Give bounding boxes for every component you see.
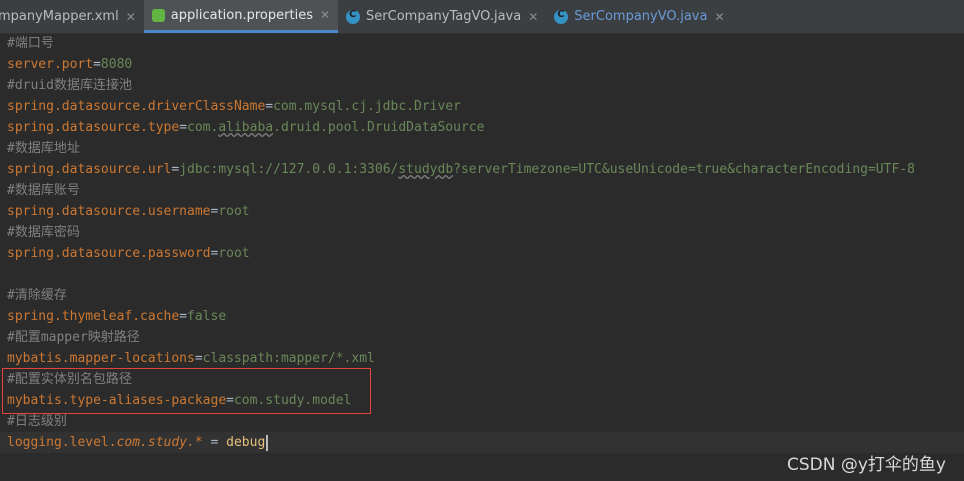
comment: #druid数据库连接池: [7, 78, 132, 93]
property-value: classpath:mapper/*.xml: [202, 351, 375, 366]
code-line: #日志级别: [0, 411, 964, 432]
properties-file-icon: [151, 8, 165, 22]
java-class-icon: [554, 9, 569, 24]
property-value: .druid.pool.DruidDataSource: [273, 120, 485, 135]
tab-application-properties[interactable]: application.properties ✕: [143, 0, 339, 33]
property-value: false: [187, 309, 227, 324]
close-icon[interactable]: ✕: [126, 10, 136, 24]
equals-sign: =: [93, 57, 101, 72]
code-line: #数据库地址: [0, 138, 964, 159]
property-key: spring.datasource.url: [7, 162, 172, 177]
code-line: spring.datasource.driverClassName=com.my…: [0, 96, 964, 117]
comment: #清除缓存: [7, 288, 67, 303]
property-value: root: [218, 204, 250, 219]
code-line: #配置mapper映射路径: [0, 327, 964, 348]
comment: #数据库地址: [7, 141, 80, 156]
property-key: spring.datasource.password: [7, 246, 211, 261]
comment: #端口号: [7, 36, 54, 51]
property-value-typo: studydb: [398, 162, 454, 177]
property-key: mybatis.mapper-locations: [7, 351, 195, 366]
property-key: spring.datasource.type: [7, 120, 180, 135]
property-value: jdbc:mysql://127.0.0.1:3306/: [179, 162, 399, 177]
tab-label: ompanyMapper.xml: [0, 9, 119, 24]
equals-sign: =: [194, 351, 203, 366]
tab-ser-company-vo[interactable]: SerCompanyVO.java ✕: [546, 0, 732, 33]
code-line: #数据库密码: [0, 222, 964, 243]
comment: #数据库账号: [7, 183, 80, 198]
editor-tab-bar: ompanyMapper.xml ✕ application.propertie…: [0, 0, 964, 34]
code-line: spring.datasource.url=jdbc:mysql://127.0…: [0, 159, 964, 180]
code-line: #数据库账号: [0, 180, 964, 201]
highlight-annotation-box: [2, 368, 371, 414]
code-line: spring.datasource.username=root: [0, 201, 964, 222]
property-value: ?serverTimezone=UTC&useUnicode=true&char…: [453, 162, 915, 177]
tab-label: application.properties: [170, 7, 313, 23]
property-key: spring.thymeleaf.cache: [7, 309, 180, 324]
close-icon[interactable]: ✕: [714, 10, 724, 24]
equals-sign: =: [179, 120, 188, 135]
property-key-pattern: com.study.*: [116, 435, 203, 450]
property-key: server.port: [7, 57, 94, 72]
comment: #日志级别: [7, 414, 67, 429]
code-line: #druid数据库连接池: [0, 75, 964, 96]
code-line: mybatis.mapper-locations=classpath:mappe…: [0, 348, 964, 369]
tab-ser-company-tag-vo[interactable]: SerCompanyTagVO.java ✕: [338, 0, 546, 33]
csdn-watermark: CSDN @y打伞的鱼y: [787, 455, 946, 475]
code-line: server.port=8080: [0, 54, 964, 75]
tab-label: SerCompanyVO.java: [574, 9, 708, 24]
code-line: #清除缓存: [0, 285, 964, 306]
property-value: 8080: [100, 57, 133, 72]
property-value-typo: alibaba: [218, 120, 274, 135]
property-key: logging.level.: [7, 435, 117, 450]
close-icon[interactable]: ✕: [320, 8, 330, 22]
comment: #数据库密码: [7, 225, 80, 240]
code-line: spring.thymeleaf.cache=false: [0, 306, 964, 327]
equals-sign: =: [265, 99, 274, 114]
property-value: debug: [226, 435, 266, 450]
property-value: com.: [187, 120, 219, 135]
equals-sign: =: [202, 435, 227, 450]
code-line: spring.datasource.password=root: [0, 243, 964, 264]
property-key: spring.datasource.username: [7, 204, 211, 219]
java-class-icon: [346, 9, 361, 24]
close-icon[interactable]: ✕: [528, 10, 538, 24]
tab-company-mapper-xml[interactable]: ompanyMapper.xml ✕: [0, 0, 144, 33]
tab-label: SerCompanyTagVO.java: [366, 9, 522, 24]
code-line: #端口号: [0, 33, 964, 54]
property-key: spring.datasource.driverClassName: [7, 99, 266, 114]
code-line: spring.datasource.type=com.alibaba.druid…: [0, 117, 964, 138]
property-value: root: [218, 246, 250, 261]
equals-sign: =: [179, 309, 188, 324]
text-caret: [266, 434, 269, 451]
property-value: com.mysql.cj.jdbc.Driver: [273, 99, 461, 114]
comment: #配置mapper映射路径: [7, 330, 140, 345]
